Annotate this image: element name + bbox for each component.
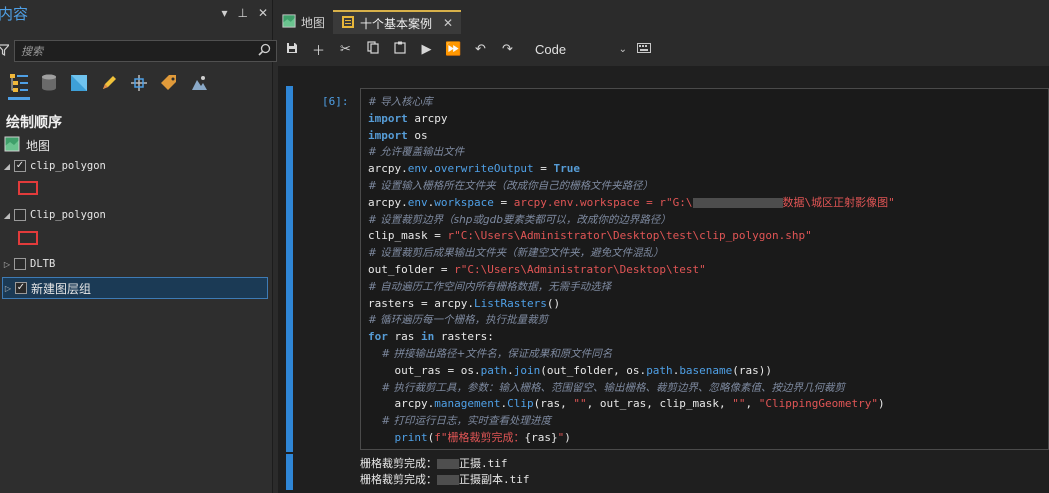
code-line: print(f"栅格裁剪完成：{ras}")	[394, 430, 571, 444]
notebook-area: [6]: # 导入核心库 import arcpy import os # 允许…	[278, 66, 1049, 493]
map-label: 地图	[26, 139, 51, 153]
pane-controls: ▾ ⊥ ✕	[221, 6, 268, 20]
code-cell[interactable]: [6]: # 导入核心库 import arcpy import os # 允许…	[286, 86, 1049, 452]
close-icon[interactable]: ✕	[258, 6, 268, 20]
list-by-drawing-order-icon[interactable]	[8, 72, 30, 100]
save-icon[interactable]	[278, 42, 305, 57]
pane-toolbar	[8, 68, 268, 100]
paste-icon[interactable]	[386, 41, 413, 57]
cell-type-value: Code	[535, 41, 567, 57]
list-by-source-icon[interactable]	[38, 72, 60, 94]
search-icon[interactable]	[252, 43, 276, 59]
run-icon[interactable]: ▶	[413, 41, 440, 57]
redacted-path	[692, 197, 783, 208]
tab-label: 十个基本案例	[360, 16, 433, 31]
code-line: arcpy.management.Clip(ras, "", out_ras, …	[368, 397, 885, 411]
code-line: # 设置裁剪边界（shp或gdb要素类都可以，改成你的边界路径）	[368, 213, 671, 226]
polygon-symbol[interactable]	[18, 231, 38, 245]
add-cell-icon[interactable]: ＋	[305, 40, 332, 59]
list-by-perspective-icon[interactable]	[188, 72, 210, 94]
layer-item[interactable]: ◢ Clip_polygon	[2, 206, 106, 224]
run-all-icon[interactable]: ⏩	[440, 41, 467, 57]
filter-icon[interactable]	[0, 43, 11, 59]
chevron-down-icon: ⌄	[618, 43, 627, 55]
collapse-icon[interactable]: ◢	[2, 162, 12, 171]
pane-menu-icon[interactable]: ▾	[221, 6, 227, 20]
pane-title: 内容	[0, 5, 29, 23]
code-line: # 导入核心库	[368, 96, 433, 108]
code-line: for ras in rasters:	[368, 330, 494, 344]
search-input[interactable]	[15, 44, 252, 58]
keyboard-icon[interactable]	[637, 42, 651, 56]
map-icon	[282, 13, 296, 31]
code-line: # 设置输入栅格所在文件夹（改成你自己的栅格文件夹路径）	[368, 179, 654, 192]
output-cell: 栅格裁剪完成： 正摄.tif 栅格裁剪完成： 正摄副本.tif	[286, 454, 1049, 493]
visibility-checkbox[interactable]: ✓	[14, 160, 26, 172]
code-editor[interactable]: # 导入核心库 import arcpy import os # 允许覆盖输出文…	[360, 88, 1049, 450]
search-box	[14, 40, 277, 62]
visibility-checkbox[interactable]	[14, 258, 26, 270]
code-line: import os	[368, 128, 428, 142]
copy-icon[interactable]	[359, 41, 386, 57]
code-line: # 执行裁剪工具，参数：输入栅格、范围留空、输出栅格、裁剪边界、忽略像素值、按边…	[368, 381, 845, 394]
redacted-name	[437, 459, 459, 469]
cell-type-dropdown[interactable]: Code ⌄	[535, 42, 627, 57]
code-line: import arcpy	[368, 111, 448, 125]
layer-item-selected[interactable]: ▷ ✓ 新建图层组	[2, 277, 268, 299]
tab-map[interactable]: 地图	[274, 10, 333, 34]
redacted-name	[437, 475, 459, 485]
code-line: out_folder = r"C:\Users\Administrator\De…	[368, 262, 706, 276]
execution-count: [6]:	[322, 95, 349, 108]
layer-name: 新建图层组	[31, 281, 92, 296]
list-by-snapping-icon[interactable]	[128, 72, 150, 94]
notebook-icon	[341, 15, 355, 32]
layer-name: Clip_polygon	[30, 209, 106, 221]
code-line: arcpy.env.overwriteOutput = True	[368, 162, 580, 176]
undo-icon[interactable]: ↶	[467, 41, 494, 57]
output-area: 栅格裁剪完成： 正摄.tif 栅格裁剪完成： 正摄副本.tif	[360, 456, 530, 488]
code-line: # 允许覆盖输出文件	[368, 146, 465, 159]
filter-row	[0, 40, 277, 62]
cut-icon[interactable]: ✂	[332, 41, 359, 57]
pin-icon[interactable]: ⊥	[237, 6, 247, 20]
contents-pane: 内容 ▾ ⊥ ✕ 搜索 绘制顺序 地图 ◢ ✓ clip_polygon ◢ C…	[0, 0, 277, 493]
code-line: # 循环遍历每一个栅格，执行批量裁剪	[368, 314, 549, 327]
layer-item[interactable]: ▷ DLTB	[2, 255, 55, 273]
tab-notebook[interactable]: 十个基本案例 ✕	[333, 10, 462, 34]
collapse-icon[interactable]: ◢	[2, 211, 12, 220]
output-line: 栅格裁剪完成： 正摄.tif	[360, 457, 508, 470]
visibility-checkbox[interactable]	[14, 209, 26, 221]
layer-item[interactable]: ◢ ✓ clip_polygon	[2, 157, 106, 175]
code-line: rasters = arcpy.ListRasters()	[368, 296, 561, 310]
layer-name: clip_polygon	[30, 160, 106, 172]
visibility-checkbox[interactable]: ✓	[15, 282, 27, 294]
output-line: 栅格裁剪完成： 正摄副本.tif	[360, 473, 530, 486]
code-line: # 自动遍历工作空间内所有栅格数据，无需手动选择	[368, 280, 612, 293]
layer-name: DLTB	[30, 258, 56, 270]
tab-label: 地图	[301, 15, 326, 30]
document-tabs: 地图 十个基本案例 ✕	[274, 10, 462, 34]
code-line: clip_mask = r"C:\Users\Administrator\Des…	[368, 229, 812, 243]
map-node[interactable]: 地图	[4, 136, 50, 155]
list-by-editing-icon[interactable]	[98, 72, 120, 94]
list-by-labeling-icon[interactable]	[158, 72, 180, 94]
code-line: arcpy.env.workspace = arcpy.env.workspac…	[368, 195, 895, 209]
close-tab-icon[interactable]: ✕	[443, 16, 453, 30]
code-line: out_ras = os.path.join(out_folder, os.pa…	[368, 363, 773, 377]
polygon-symbol[interactable]	[18, 181, 38, 195]
list-by-selection-icon[interactable]	[68, 72, 90, 94]
output-selection-bar[interactable]	[286, 454, 293, 490]
map-icon	[4, 136, 20, 155]
section-title: 绘制顺序	[6, 115, 62, 131]
cell-selection-bar[interactable]	[286, 86, 293, 452]
code-line: # 打印运行日志，实时查看处理进度	[368, 415, 551, 428]
pane-header: 内容 ▾ ⊥ ✕	[0, 0, 272, 26]
expand-icon[interactable]: ▷	[3, 284, 13, 293]
code-line: # 设置裁剪后成果输出文件夹（新建空文件夹，避免文件混乱）	[368, 247, 664, 260]
code-line: # 拼接输出路径+文件名，保证成果和原文件同名	[368, 347, 613, 360]
notebook-toolbar: ＋ ✂ ▶ ⏩ ↶ ↷ Code ⌄	[278, 37, 1049, 61]
expand-icon[interactable]: ▷	[2, 260, 12, 269]
redo-icon[interactable]: ↷	[494, 41, 521, 57]
